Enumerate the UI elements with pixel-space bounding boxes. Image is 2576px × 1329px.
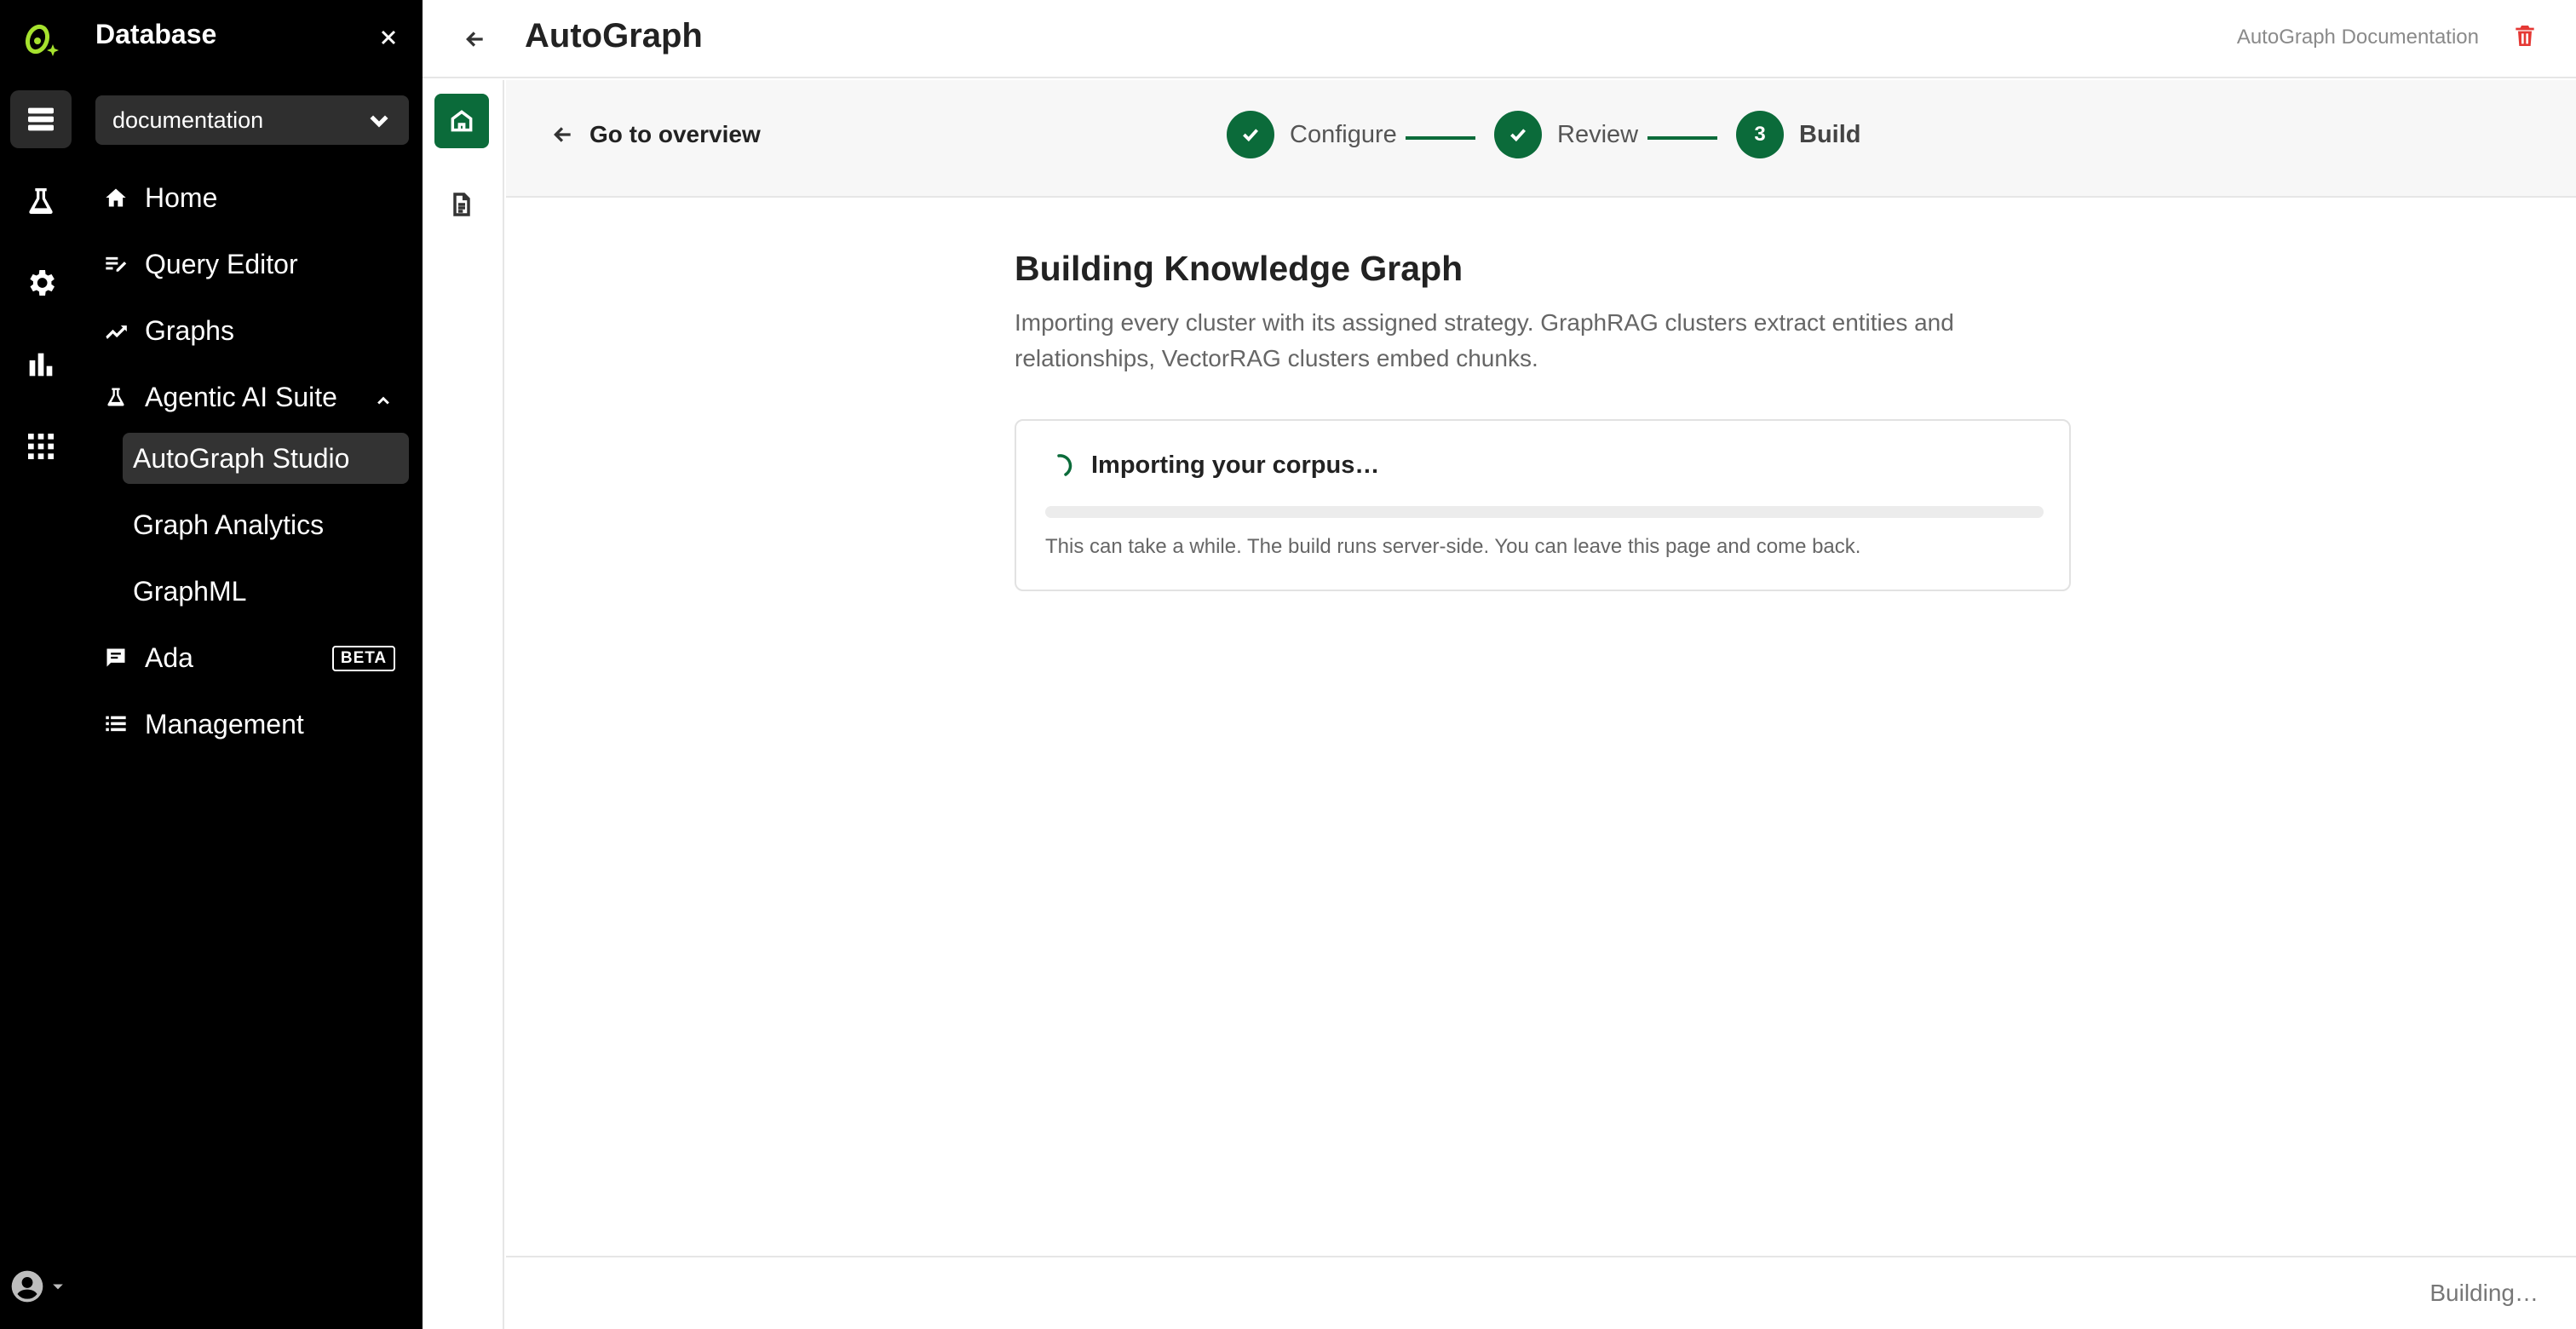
status-footer: Building… [506,1256,2576,1329]
chevron-down-icon [370,115,388,128]
progress-title-text: Importing your corpus… [1091,452,1380,479]
caret-down-icon [53,1284,63,1290]
chat-icon [106,648,125,667]
sidebar-item-label: Ada [145,641,193,673]
step-label: Review [1557,120,1639,148]
flask-icon[interactable] [10,172,72,230]
step-review: Review [1494,111,1638,158]
sidebar-item-label: Graphs [145,314,234,346]
sidebar-item-label: Home [145,181,218,213]
sidebar-subitem-label: Graph Analytics [133,509,325,540]
loading-spinner-icon [1057,453,1072,476]
user-menu[interactable] [9,1266,73,1307]
sidebar-subitem-graph-analytics[interactable]: Graph Analytics [123,499,409,550]
wizard-stepper-bar: Go to overview Configure Review 3 Build [506,80,2576,198]
build-description: Importing every cluster with its assigne… [1015,309,1954,371]
chevron-up-icon[interactable] [371,388,395,412]
sidebar-item-query-editor[interactable]: Query Editor [104,239,298,290]
step-complete-badge [1227,111,1274,158]
step-build: 3 Build [1736,111,1861,158]
close-icon [381,30,396,45]
progress-bar [1045,506,2044,518]
beta-badge: BETA [332,646,395,671]
progress-note: This can take a while. The build runs se… [1045,535,1861,558]
overview-view-button[interactable] [434,94,489,148]
home-icon [106,188,126,207]
step-number-badge: 3 [1736,111,1784,158]
sidebar-title: Database [95,19,217,49]
sidebar-item-label: Agentic AI Suite [145,381,337,412]
home-outline-icon [451,110,473,132]
database-icon[interactable] [10,90,72,148]
import-progress-card: Importing your corpus… This can take a w… [1015,419,2071,591]
database-select-value: documentation [112,106,264,133]
step-connector [1647,136,1717,140]
build-status-text: Building… [2429,1280,2539,1306]
step-label: Configure [1290,120,1397,148]
step-label: Build [1799,120,1861,148]
step-complete-badge [1494,111,1542,158]
page-title: AutoGraph [525,17,703,55]
gear-icon[interactable] [10,254,72,312]
sidebar-item-agentic-ai-suite[interactable]: Agentic AI Suite [104,371,337,423]
build-heading: Building Knowledge Graph [1015,249,1463,288]
trending-up-icon [106,325,127,340]
sidebar-item-management[interactable]: Management [104,699,304,750]
sidebar-item-label: Management [145,708,304,739]
view-rail [423,80,504,1329]
sidebar-item-label: Query Editor [145,248,298,279]
document-icon [453,193,470,216]
sidebar: Database documentation Home Query Editor… [82,0,423,1329]
arrow-left-icon [466,32,483,47]
sidebar-subitem-label: AutoGraph Studio [133,442,350,474]
sidebar-item-graphs[interactable]: Graphs [104,305,234,356]
query-editor-icon [106,256,127,272]
apps-grid-icon[interactable] [10,417,72,475]
back-button[interactable] [457,20,494,58]
app-header: AutoGraph AutoGraph Documentation [423,0,2576,78]
go-to-overview-label: Go to overview [589,121,761,147]
icon-rail [0,0,82,1329]
check-icon [1243,129,1258,142]
step-connector [1406,136,1475,140]
delete-button[interactable] [2511,22,2542,53]
bar-chart-icon[interactable] [10,336,72,394]
database-select[interactable]: documentation [95,95,409,145]
close-sidebar-button[interactable] [371,20,405,55]
user-avatar-icon [11,1270,43,1303]
sidebar-subitem-label: GraphML [133,575,247,607]
sidebar-item-ada[interactable]: Ada [104,632,193,683]
sidebar-subitem-autograph-studio[interactable]: AutoGraph Studio [123,433,409,484]
list-icon [106,716,126,732]
documentation-link[interactable]: AutoGraph Documentation [2237,26,2479,49]
arrow-left-icon [554,127,571,142]
documents-view-button[interactable] [434,177,489,232]
trash-icon [2516,26,2534,46]
app-logo-icon[interactable] [19,15,63,60]
sidebar-subitem-graphml[interactable]: GraphML [123,566,409,617]
step-configure: Configure [1227,111,1397,158]
flask-icon [107,388,124,406]
progress-title: Importing your corpus… [1045,452,1379,480]
check-icon [1510,129,1526,142]
go-to-overview-button[interactable]: Go to overview [552,121,761,148]
sidebar-item-home[interactable]: Home [104,172,217,223]
